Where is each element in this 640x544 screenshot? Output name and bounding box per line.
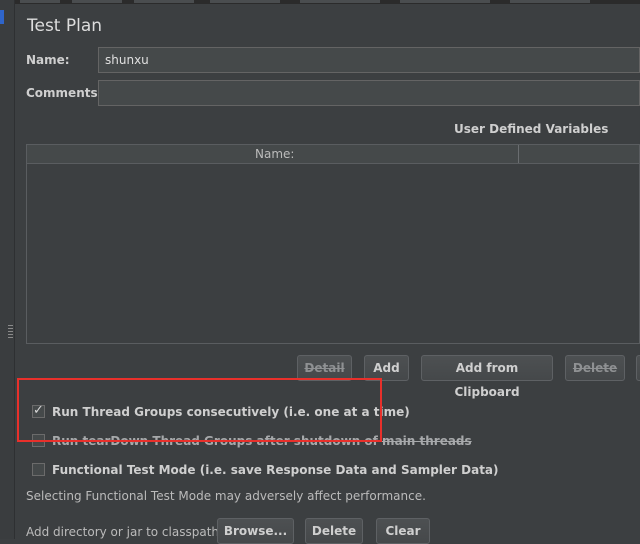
comments-field[interactable] bbox=[98, 80, 640, 106]
browse-button[interactable]: Browse... bbox=[217, 518, 294, 544]
tree-selection-marker bbox=[0, 10, 4, 24]
tree-pane-edge bbox=[0, 0, 15, 539]
functional-mode-label[interactable]: Functional Test Mode (i.e. save Response… bbox=[52, 463, 499, 477]
tab-stub bbox=[20, 0, 60, 3]
table-header: Name: bbox=[27, 145, 639, 164]
tab-stub bbox=[210, 0, 280, 3]
classpath-clear-button[interactable]: Clear bbox=[376, 518, 430, 544]
column-header-name[interactable]: Name: bbox=[255, 147, 294, 161]
comments-label: Comments: bbox=[26, 86, 103, 100]
tab-stub bbox=[400, 0, 490, 3]
functional-mode-checkbox[interactable] bbox=[32, 463, 45, 476]
functional-mode-warning: Selecting Functional Test Mode may adver… bbox=[26, 489, 426, 503]
tab-stub bbox=[300, 0, 380, 3]
name-field[interactable] bbox=[98, 47, 640, 73]
name-label: Name: bbox=[26, 53, 70, 67]
tab-stub bbox=[510, 0, 590, 3]
splitter-grip-icon[interactable] bbox=[8, 325, 13, 339]
classpath-delete-button[interactable]: Delete bbox=[305, 518, 363, 544]
highlight-annotation-box bbox=[17, 378, 382, 442]
classpath-label: Add directory or jar to classpath bbox=[26, 525, 220, 539]
user-defined-variables-title: User Defined Variables bbox=[454, 122, 609, 136]
tab-stub bbox=[134, 0, 194, 3]
tab-stub bbox=[72, 0, 122, 3]
delete-variable-button[interactable]: Delete bbox=[565, 355, 625, 381]
overflow-button[interactable] bbox=[636, 355, 640, 381]
add-from-clipboard-button[interactable]: Add from Clipboard bbox=[421, 355, 553, 399]
top-strip bbox=[0, 0, 640, 4]
column-separator[interactable] bbox=[518, 145, 519, 163]
page-title: Test Plan bbox=[27, 16, 103, 36]
variables-table[interactable]: Name: bbox=[26, 144, 640, 344]
